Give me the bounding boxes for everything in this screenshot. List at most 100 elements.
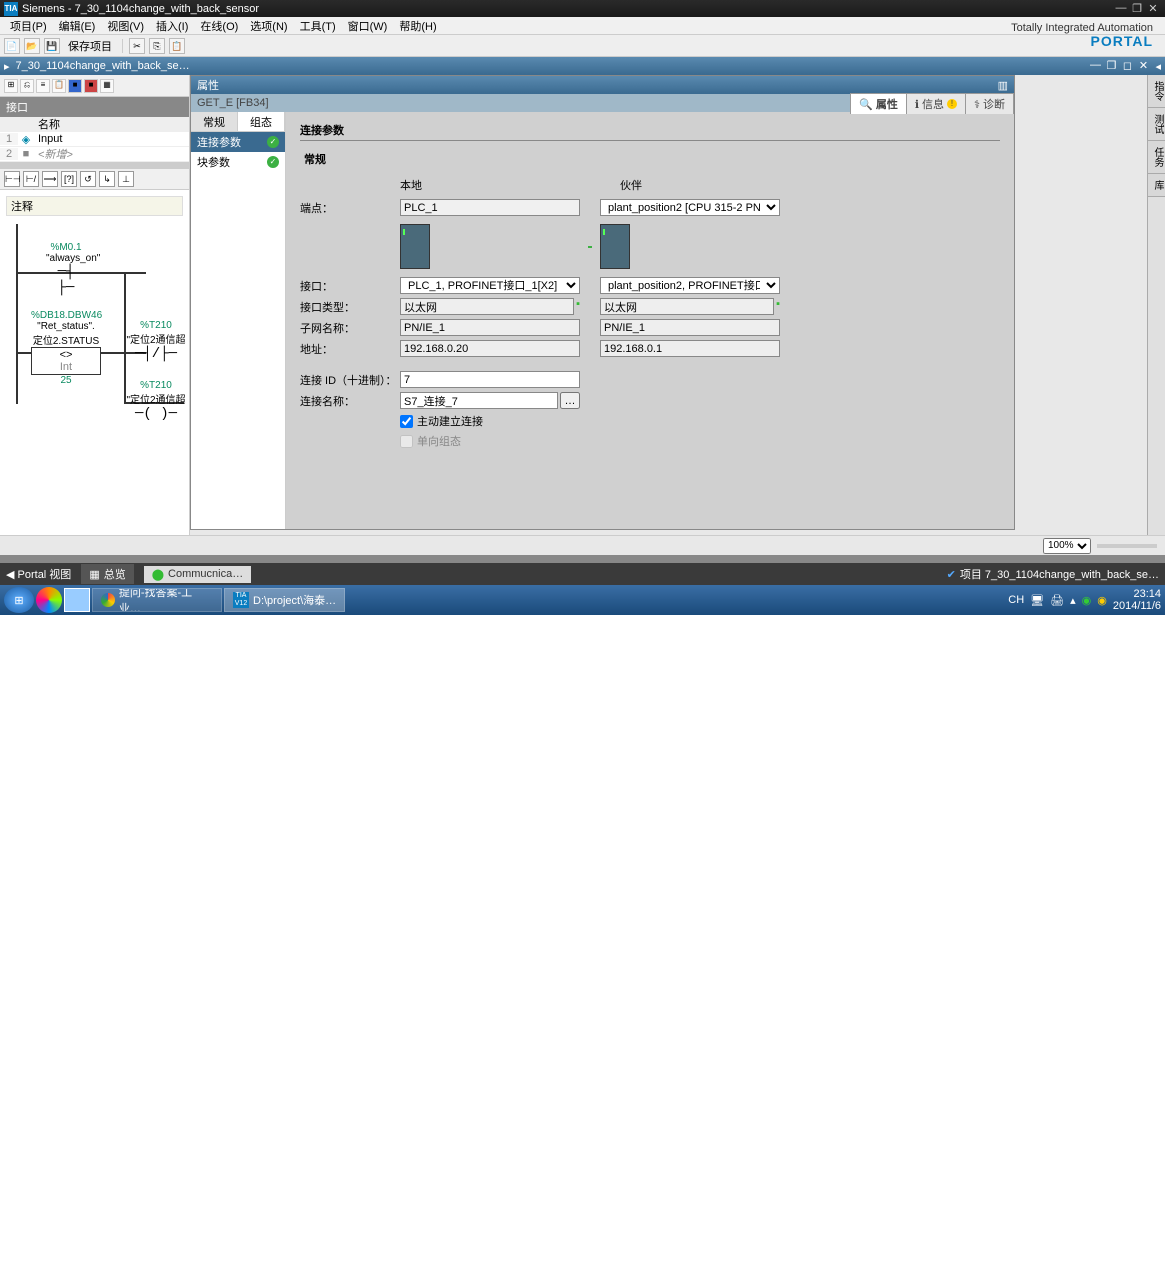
tray-icon-1[interactable]: 🖥 — [1030, 594, 1044, 607]
properties-menu-icon[interactable]: ▥ — [998, 79, 1008, 92]
app-shortcut-1[interactable] — [36, 587, 62, 613]
tab-properties[interactable]: 🔍属性 — [850, 93, 907, 114]
cut-button[interactable]: ✂ — [129, 38, 145, 54]
connname-browse-button[interactable]: … — [560, 392, 580, 409]
left-tool-5[interactable]: ■ — [68, 79, 82, 93]
right-tab-libraries[interactable]: 库 — [1148, 174, 1165, 197]
tab-info[interactable]: ℹ信息! — [906, 93, 966, 114]
start-button[interactable]: ⊞ — [4, 587, 34, 613]
check-icon: ✔ — [947, 568, 956, 581]
branding: Totally Integrated Automation PORTAL — [1011, 22, 1153, 49]
menu-window[interactable]: 窗口(W) — [342, 18, 394, 34]
menu-edit[interactable]: 编辑(E) — [53, 18, 102, 34]
editor-minimize-button[interactable]: — — [1088, 59, 1102, 73]
endpoint-local-input[interactable] — [400, 199, 580, 216]
maximize-button[interactable]: ❐ — [1129, 2, 1145, 16]
contact-nc-icon[interactable]: ─┤/├─ — [126, 346, 186, 362]
right-tab-test[interactable]: 测试 — [1148, 108, 1165, 141]
nav-right-icon[interactable]: ◂ — [1155, 60, 1161, 73]
menu-online[interactable]: 在线(O) — [194, 18, 244, 34]
zoom-select[interactable]: 100% — [1043, 538, 1091, 554]
menu-view[interactable]: 视图(V) — [101, 18, 150, 34]
cmp-val: 25 — [31, 375, 101, 386]
interface-row-add[interactable]: 2 ■ <新增> — [0, 147, 189, 162]
left-toolbar: ⊞ ⎌ ≡ 📋 ■ ■ ▦ — [0, 75, 189, 97]
coil-icon[interactable]: ─( )─ — [126, 406, 186, 422]
properties-sub-header: GET_E [FB34] 🔍属性 ℹ信息! ⚕诊断 — [191, 94, 1014, 112]
contact-no-icon[interactable]: ─┤ ├─ — [46, 264, 86, 296]
ladder-tool-ncontact[interactable]: ⊢/⊣ — [23, 171, 39, 187]
active-connection-checkbox[interactable] — [400, 415, 413, 428]
nav-tab-general[interactable]: 常规 — [191, 112, 238, 131]
save-button[interactable]: 💾 — [44, 38, 60, 54]
left-tool-6[interactable]: ■ — [84, 79, 98, 93]
ladder-tool-coil[interactable]: ⟶ — [42, 171, 58, 187]
menu-insert[interactable]: 插入(I) — [150, 18, 194, 34]
interface-partner-select[interactable]: plant_position2, PROFINET接口_1[X2] — [600, 277, 780, 294]
menu-help[interactable]: 帮助(H) — [393, 18, 442, 34]
task-chrome[interactable]: 提问-找答案-工业… — [92, 588, 222, 612]
comment-bar[interactable]: 注释 — [6, 196, 183, 216]
minimize-button[interactable]: — — [1113, 2, 1129, 16]
left-tool-2[interactable]: ⎌ — [20, 79, 34, 93]
itype-local-input — [400, 298, 574, 315]
menu-tools[interactable]: 工具(T) — [294, 18, 342, 34]
clock[interactable]: 23:14 2014/11/6 — [1113, 588, 1161, 612]
ime-indicator[interactable]: CH — [1008, 594, 1024, 606]
nav-item-block-params[interactable]: 块参数✓ — [191, 152, 285, 172]
address-local-input — [400, 340, 580, 357]
ladder-tool-branch2[interactable]: ↳ — [99, 171, 115, 187]
open-project-button[interactable]: 📂 — [24, 38, 40, 54]
ladder-tool-end[interactable]: ⊥ — [118, 171, 134, 187]
task-tia[interactable]: TIAV12 D:\project\海泰… — [224, 588, 345, 612]
zoom-slider[interactable] — [1097, 544, 1157, 548]
copy-button[interactable]: ⎘ — [149, 38, 165, 54]
left-tool-4[interactable]: 📋 — [52, 79, 66, 93]
connname-input[interactable] — [400, 392, 558, 409]
window-titlebar: TIA Siemens - 7_30_1104change_with_back_… — [0, 0, 1165, 17]
tray-up-icon[interactable]: ▴ — [1070, 594, 1076, 607]
zoom-bar: 100% — [0, 535, 1165, 555]
right-tab-tasks[interactable]: 任务 — [1148, 141, 1165, 174]
ladder-tool-box[interactable]: [?] — [61, 171, 77, 187]
nav-tab-config[interactable]: 组态 — [238, 112, 285, 131]
tab-diagnostics[interactable]: ⚕诊断 — [965, 93, 1014, 114]
tray-shield-icon[interactable]: ◉ — [1082, 594, 1092, 607]
connid-input[interactable] — [400, 371, 580, 388]
check-icon: ✓ — [267, 156, 279, 168]
nav-left-icon[interactable]: ▸ — [4, 60, 10, 73]
ladder-tool-branch[interactable]: ↺ — [80, 171, 96, 187]
editor-close-button[interactable]: ✕ — [1136, 59, 1150, 73]
windows-taskbar: ⊞ 提问-找答案-工业… TIAV12 D:\project\海泰… CH 🖥 … — [0, 585, 1165, 615]
new-project-button[interactable]: 📄 — [4, 38, 20, 54]
left-tool-3[interactable]: ≡ — [36, 79, 50, 93]
interface-row-input[interactable]: 1 ◈ Input — [0, 132, 189, 147]
close-button[interactable]: ✕ — [1145, 2, 1161, 16]
save-label: 保存项目 — [68, 38, 112, 54]
compare-box[interactable]: <> Int — [31, 347, 101, 375]
portal-view-button[interactable]: ◀ Portal 视图 — [6, 566, 71, 582]
app-shortcut-2[interactable] — [64, 588, 90, 612]
ladder-editor[interactable]: 注释 %M0.1 "always_on" ─┤ ├─ %DB18.DBW46 "… — [0, 190, 189, 535]
communication-button[interactable]: ⬤Commucnica… — [144, 566, 252, 583]
menu-project[interactable]: 项目(P) — [4, 18, 53, 34]
editor-tabbar: ▸ 7_30_1104change_with_back_se… — ❐ ◻ ✕ … — [0, 57, 1165, 75]
left-tool-7[interactable]: ▦ — [100, 79, 114, 93]
editor-maximize-button[interactable]: ◻ — [1120, 59, 1134, 73]
interface-local-select[interactable]: PLC_1, PROFINET接口_1[X2] — [400, 277, 580, 294]
right-tab-instructions[interactable]: 指令 — [1148, 75, 1165, 108]
menu-options[interactable]: 选项(N) — [244, 18, 293, 34]
tray-icon-2[interactable]: 🖨 — [1050, 594, 1064, 607]
check-icon: ✓ — [267, 136, 279, 148]
tag-m01: %M0.1 — [46, 242, 86, 253]
endpoint-partner-select[interactable]: plant_position2 [CPU 315-2 PN/DP] — [600, 199, 780, 216]
active-connection-checkbox-row: 主动建立连接 — [400, 413, 1000, 429]
left-tool-1[interactable]: ⊞ — [4, 79, 18, 93]
nav-item-connection-params[interactable]: 连接参数✓ — [191, 132, 285, 152]
tray-orb-icon[interactable]: ◉ — [1097, 594, 1107, 607]
itype-partner-input — [600, 298, 774, 315]
overview-button[interactable]: ▦总览 — [81, 564, 133, 584]
ladder-tool-contact[interactable]: ⊢⊣ — [4, 171, 20, 187]
paste-button[interactable]: 📋 — [169, 38, 185, 54]
editor-restore-button[interactable]: ❐ — [1104, 59, 1118, 73]
